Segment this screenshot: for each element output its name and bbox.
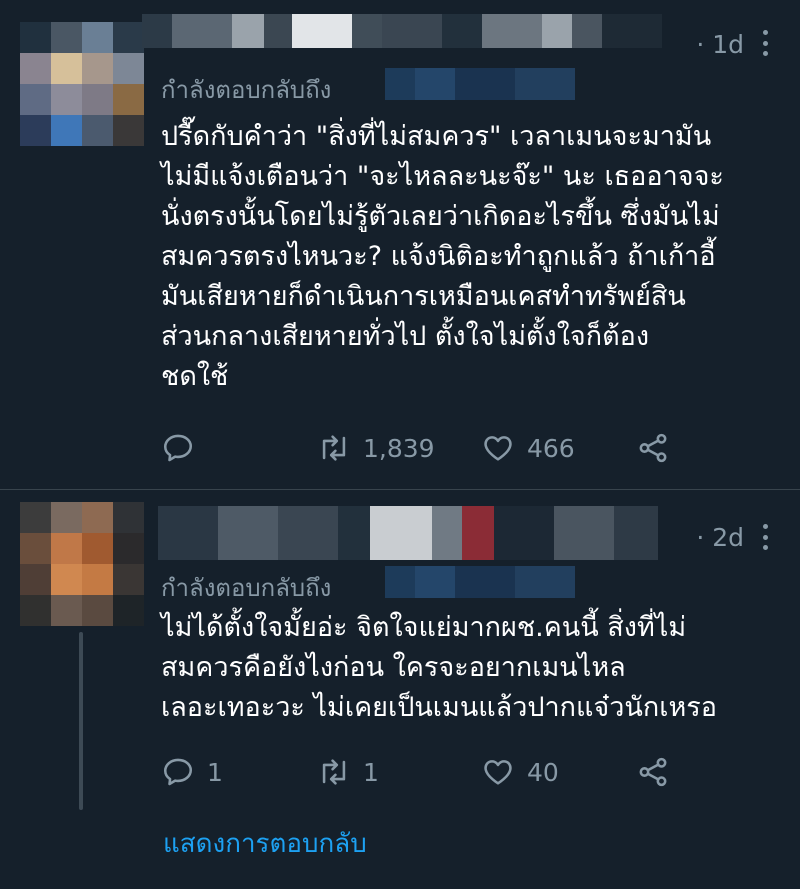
author-name-blurred[interactable]	[142, 14, 662, 48]
reply-icon	[163, 434, 193, 462]
tweet-text-line: ไม่มีแจ้งเตือนว่า "จะไหลละนะจ๊ะ" นะ เธออ…	[161, 161, 724, 192]
like-count: 466	[527, 433, 575, 463]
replying-to-label: กำลังตอบกลับถึง	[161, 76, 332, 104]
retweet-icon	[322, 435, 346, 461]
thread-line	[79, 632, 83, 810]
retweet-button[interactable]: 1	[317, 752, 379, 792]
reply-button[interactable]: 1	[161, 752, 223, 792]
tweet-text-line: สมควรคือยังไงก่อน ใครจะอยากเมนไหล	[161, 652, 626, 683]
share-button[interactable]	[636, 752, 670, 792]
action-bar: 1 1 40	[161, 752, 781, 792]
action-bar: 1,839 466	[161, 428, 781, 468]
retweet-count: 1	[363, 757, 379, 787]
tweet-text-line: สมควรตรงไหนวะ? แจ้งนิติอะทำถูกแล้ว ถ้าเก…	[161, 241, 716, 272]
more-options-icon[interactable]	[762, 524, 768, 550]
avatar[interactable]	[20, 502, 144, 626]
like-icon	[484, 436, 512, 461]
like-button[interactable]: 466	[481, 428, 575, 468]
tweet-text-line: มันเสียหายก็ดำเนินการเหมือนเคสทำทรัพย์สิ…	[161, 281, 686, 312]
timestamp[interactable]: · 2d	[696, 523, 744, 552]
tweet-text-line: ส่วนกลางเสียหายทั่วไป ตั้งใจไม่ตั้งใจก็ต…	[161, 321, 650, 352]
tweet[interactable]: · 2d กำลังตอบกลับถึง ไม่ได้ตั้งใจมั้ยอ่ะ…	[0, 490, 800, 889]
tweet-text: ไม่ได้ตั้งใจมั้ยอ่ะ จิตใจแย่มากผช.คนนี้ …	[161, 608, 786, 728]
retweet-button[interactable]: 1,839	[317, 428, 435, 468]
timestamp[interactable]: · 1d	[696, 30, 744, 59]
like-button[interactable]: 40	[481, 752, 559, 792]
share-button[interactable]	[636, 428, 670, 468]
reply-handle-blurred[interactable]	[385, 566, 575, 598]
avatar[interactable]	[20, 22, 144, 146]
retweet-icon	[322, 759, 346, 785]
reply-handle-blurred[interactable]	[385, 68, 575, 100]
tweet-text-line: ปรื๊ดกับคำว่า "สิ่งที่ไม่สมควร" เวลาเมนจ…	[161, 121, 712, 152]
reply-button[interactable]	[161, 428, 207, 468]
like-icon	[484, 760, 512, 785]
tweet-text: ปรื๊ดกับคำว่า "สิ่งที่ไม่สมควร" เวลาเมนจ…	[161, 117, 786, 397]
tweet[interactable]: · 1d กำลังตอบกลับถึง ปรื๊ดกับคำว่า "สิ่ง…	[0, 0, 800, 489]
reply-icon	[163, 758, 193, 786]
show-replies-link[interactable]: แสดงการตอบกลับ	[163, 823, 367, 864]
share-icon	[639, 433, 667, 463]
replying-to-label: กำลังตอบกลับถึง	[161, 574, 332, 602]
more-options-icon[interactable]	[762, 30, 768, 56]
tweet-text-line: ไม่ได้ตั้งใจมั้ยอ่ะ จิตใจแย่มากผช.คนนี้ …	[161, 612, 687, 643]
tweet-text-line: นั่งตรงนั้นโดยไม่รู้ตัวเลยว่าเกิดอะไรขึ้…	[161, 201, 720, 232]
author-name-blurred[interactable]	[158, 506, 658, 560]
tweet-text-line: ชดใช้	[161, 361, 229, 392]
retweet-count: 1,839	[363, 433, 435, 463]
share-icon	[639, 757, 667, 787]
reply-count: 1	[207, 757, 223, 787]
tweet-text-line: เลอะเทอะวะ ไม่เคยเป็นเมนแล้วปากแจ๋วนักเห…	[161, 692, 717, 723]
like-count: 40	[527, 757, 559, 787]
